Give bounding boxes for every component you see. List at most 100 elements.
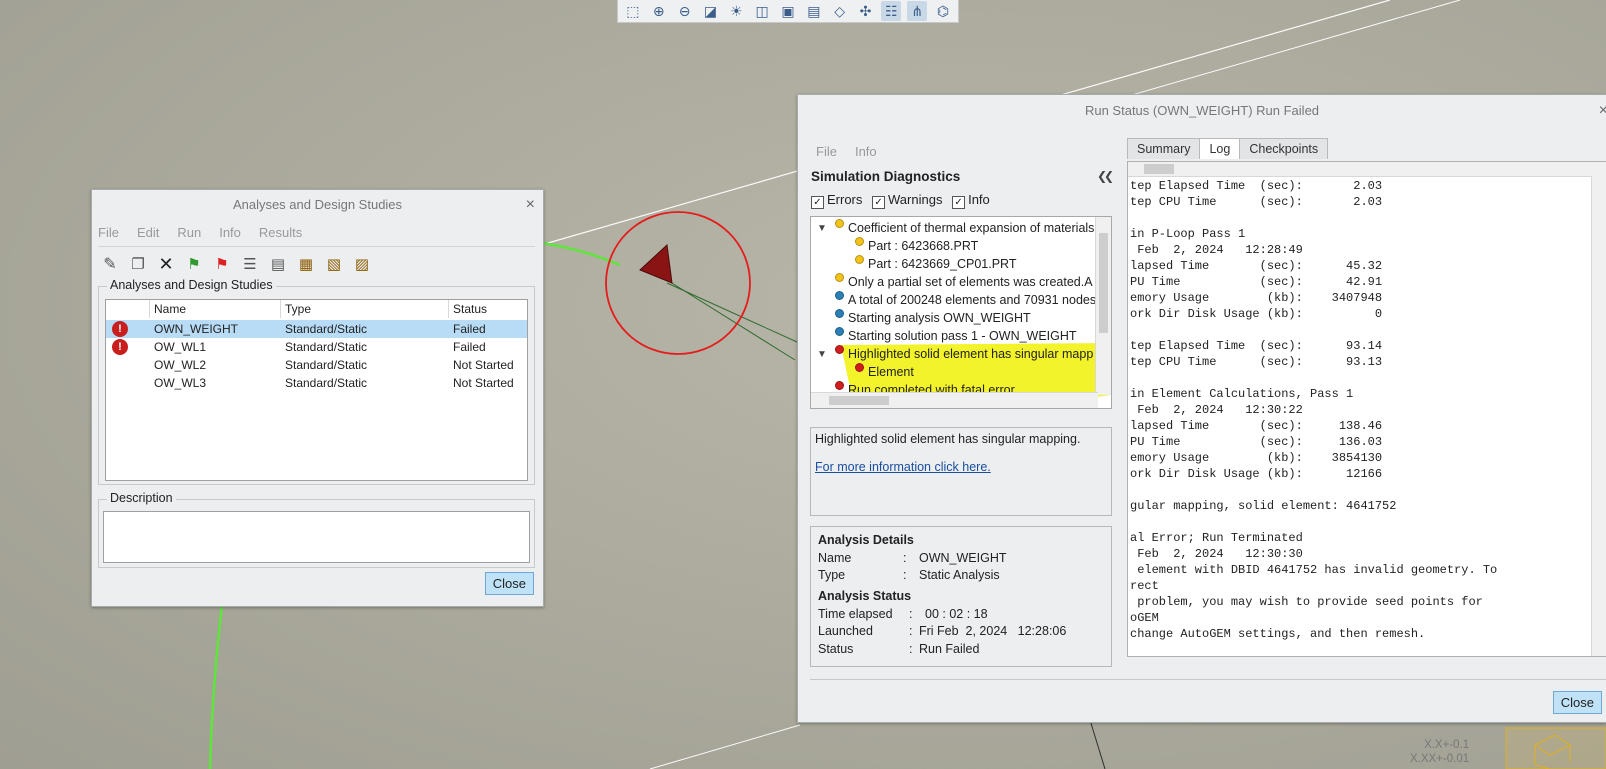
perspective-icon[interactable]: ◇ [830,1,850,21]
menu-edit[interactable]: Edit [137,225,159,240]
menu-file[interactable]: File [816,144,837,159]
table-row[interactable]: ! OW_WL1 Standard/Static Failed [106,338,527,356]
graphics-toolbar: ⬚ ⊕ ⊖ ◪ ☀ ◫ ▣ ▤ ◇ ✣ ☷ ⋔ ⌬ [617,0,959,23]
spin-center-icon[interactable]: ⋔ [907,1,928,21]
menu-results[interactable]: Results [259,225,302,240]
elapsed-value: 00 : 02 : 18 [925,607,988,621]
log-hscroll-thumb[interactable] [1144,164,1174,174]
start-run-flag-icon[interactable]: ⚑ [182,255,206,273]
close-icon[interactable]: × [1599,95,1606,127]
tree-item[interactable]: Starting analysis OWN_WEIGHT [835,309,1031,327]
tree-item[interactable]: Part : 6423668.PRT [855,237,978,255]
warning-dot-icon [835,273,844,282]
stop-run-flag-icon[interactable]: ⚑ [210,255,234,273]
error-dot-icon [835,345,844,354]
zoom-in-icon[interactable]: ⊕ [649,1,669,21]
status-list-icon[interactable]: ☰ [238,255,262,273]
model-tree-icon[interactable]: ⌬ [933,1,953,21]
row-name: OW_WL2 [154,358,207,372]
tree-item[interactable]: Starting solution pass 1 - OWN_WEIGHT [835,327,1077,345]
warnings-filter[interactable]: ✓ Warnings [872,192,942,209]
errors-filter[interactable]: ✓ Errors [811,192,862,209]
menu-run[interactable]: Run [177,225,201,240]
results-export-icon[interactable]: ▨ [350,255,374,273]
tree-item-label: Highlighted solid element has singular m… [848,347,1094,361]
errors-checkbox[interactable]: ✓ [811,196,824,209]
description-textarea[interactable] [103,511,530,563]
log-horizontal-scrollbar[interactable] [1128,162,1606,177]
tree-hscroll-thumb[interactable] [829,396,889,405]
warnings-checkbox[interactable]: ✓ [872,196,886,209]
col-header-status[interactable]: Status [449,300,527,318]
log-vertical-scrollbar[interactable] [1591,176,1606,656]
datum-display-icon[interactable]: ✣ [856,1,876,21]
row-status: Not Started [453,358,514,372]
launched-colon: : [909,624,913,638]
copy-icon[interactable]: ❐ [126,255,150,273]
log-tabs: Summary Log Checkpoints [1127,138,1329,159]
display-style-icon[interactable]: ◫ [752,1,772,21]
expand-caret-icon[interactable]: ▼ [817,349,827,360]
table-row[interactable]: OW_WL2 Standard/Static Not Started [106,356,527,374]
info-dot-icon [835,309,844,318]
analyses-group: Analyses and Design Studies Name Type St… [98,278,535,485]
tree-item[interactable]: Part : 6423669_CP01.PRT [855,255,1016,273]
tree-vertical-scrollbar[interactable] [1095,217,1111,395]
close-icon[interactable]: × [526,190,535,220]
message-text: Highlighted solid element has singular m… [815,432,1081,446]
log-panel: tep Elapsed Time (sec): 2.03 tep CPU Tim… [1127,161,1606,657]
row-name: OW_WL3 [154,376,207,390]
bottom-separator [810,679,1606,680]
zoom-out-icon[interactable]: ⊖ [675,1,695,21]
edit-pencil-icon[interactable]: ✎ [98,254,122,274]
col-header-name[interactable]: Name [150,300,281,318]
col-header-type[interactable]: Type [281,300,449,318]
summary-report-icon[interactable]: ▤ [266,255,290,273]
tree-item[interactable]: Coefficient of thermal expansion of mate… [835,219,1094,237]
tab-checkpoints[interactable]: Checkpoints [1239,138,1329,159]
light-icon[interactable]: ☀ [726,1,746,21]
collapse-panel-icon[interactable]: ❮❮ [1097,169,1114,183]
tree-item-label: Element [868,365,914,379]
analyses-close-button[interactable]: Close [484,572,534,595]
results-edit-icon[interactable]: ▧ [322,255,346,273]
tree-item[interactable]: Element [855,363,914,381]
tab-log[interactable]: Log [1199,138,1241,159]
annotation-display-icon[interactable]: ☷ [881,1,902,21]
refit-icon[interactable]: ⬚ [623,1,643,21]
info-checkbox[interactable]: ✓ [952,196,966,209]
warning-dot-icon [855,237,864,246]
tolerance-line-2: X.XX+-0.01 [1410,753,1470,765]
menu-info[interactable]: Info [855,144,877,159]
tree-item[interactable]: A total of 200248 elements and 70931 nod… [835,291,1096,309]
info-filter[interactable]: ✓ Info [952,192,990,209]
tab-summary[interactable]: Summary [1127,138,1201,159]
delete-icon[interactable]: ✕ [154,254,178,275]
tree-horizontal-scrollbar[interactable] [811,392,1098,408]
model-curve-green [534,240,621,267]
model-curve-green [208,604,224,769]
table-row[interactable]: OW_WL3 Standard/Static Not Started [106,374,527,392]
results-icon[interactable]: ▦ [294,255,318,273]
status-value: Run Failed [919,642,980,656]
repaint-icon[interactable]: ◪ [701,1,721,21]
saved-views-icon[interactable]: ▣ [778,1,798,21]
more-info-link[interactable]: For more information click here. [815,460,1107,474]
name-label: Name [818,551,852,565]
type-colon: : [903,568,907,582]
tree-item[interactable]: Only a partial set of elements was creat… [835,273,1093,291]
run-status-dialog: Run Status (OWN_WEIGHT) Run Failed × Fil… [797,94,1606,723]
mesh-edge [666,282,798,343]
diagnostics-filters: ✓ Errors ✓ Warnings ✓ Info [811,192,990,209]
analysis-details-box: Analysis Details Name : OWN_WEIGHT Type … [810,526,1112,667]
model-edge-line [649,724,801,769]
expand-caret-icon[interactable]: ▼ [817,223,827,234]
menu-file[interactable]: File [98,225,119,240]
run-status-title-text: Run Status (OWN_WEIGHT) Run Failed [1084,103,1320,118]
table-row[interactable]: ! OWN_WEIGHT Standard/Static Failed [106,320,527,338]
run-status-close-button[interactable]: Close [1552,691,1602,714]
tree-scroll-thumb[interactable] [1099,233,1108,333]
menu-info[interactable]: Info [219,225,241,240]
view-manager-icon[interactable]: ▤ [804,1,824,21]
tree-item[interactable]: Highlighted solid element has singular m… [835,345,1093,363]
